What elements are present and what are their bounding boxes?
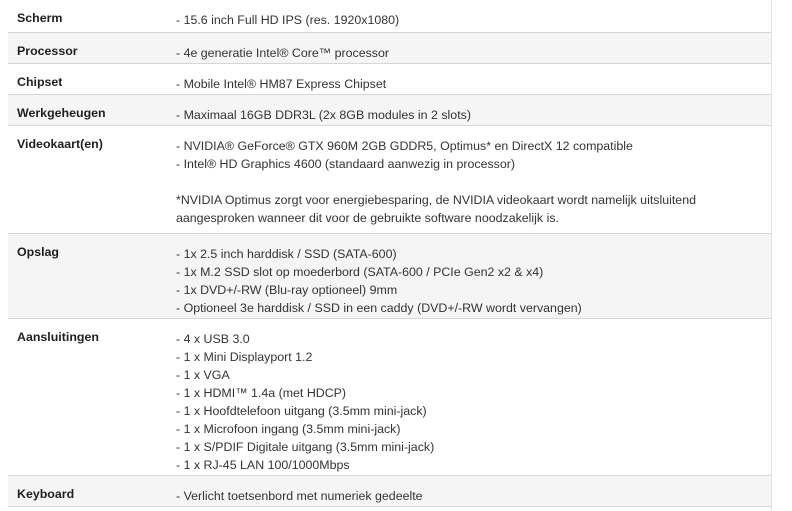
spec-line: - 15.6 inch Full HD IPS (res. 1920x1080) bbox=[176, 13, 400, 27]
spec-row-keyboard: Keyboard - Verlicht toetsenbord met nume… bbox=[8, 475, 771, 507]
spec-label: Videokaart(en) bbox=[8, 125, 166, 234]
spec-row-videokaart: Videokaart(en) - NVIDIA® GeForce® GTX 96… bbox=[8, 125, 771, 234]
spec-line: - 1 x Mini Displayport 1.2 bbox=[176, 349, 313, 364]
spec-row-chipset: Chipset - Mobile Intel® HM87 Express Chi… bbox=[8, 63, 771, 95]
spec-row-werkgeheugen: Werkgeheugen - Maximaal 16GB DDR3L (2x 8… bbox=[8, 94, 771, 126]
spec-row-opslag: Opslag - 1x 2.5 inch harddisk / SSD (SAT… bbox=[8, 233, 771, 319]
spec-label: Opslag bbox=[8, 233, 166, 319]
spec-value: - 4e generatie Intel® Core™ processor bbox=[166, 32, 771, 64]
spec-line: - 1 x S/PDIF Digitale uitgang (3.5mm min… bbox=[176, 439, 435, 454]
spec-line: - Mobile Intel® HM87 Express Chipset bbox=[176, 76, 387, 91]
spec-value: - Maximaal 16GB DDR3L (2x 8GB modules in… bbox=[166, 94, 771, 126]
spec-value: - 1x 2.5 inch harddisk / SSD (SATA-600) … bbox=[166, 233, 771, 319]
spec-line: - 1x M.2 SSD slot op moederbord (SATA-60… bbox=[176, 264, 544, 279]
spec-line: - 1 x Microfoon ingang (3.5mm mini-jack) bbox=[176, 421, 401, 436]
spec-label: Keyboard bbox=[8, 475, 166, 507]
spec-line: - 1 x Hoofdtelefoon uitgang (3.5mm mini-… bbox=[176, 403, 427, 418]
spec-line: - Optioneel 3e harddisk / SSD in een cad… bbox=[176, 300, 582, 315]
spec-line: - 1x 2.5 inch harddisk / SSD (SATA-600) bbox=[176, 246, 397, 261]
spec-line: - 1 x VGA bbox=[176, 367, 230, 382]
spec-line: - 4 x USB 3.0 bbox=[176, 331, 250, 346]
spec-label: Scherm bbox=[8, 0, 166, 33]
spec-value: - NVIDIA® GeForce® GTX 960M 2GB GDDR5, O… bbox=[166, 125, 771, 234]
spec-line: - 1x DVD+/-RW (Blu-ray optioneel) 9mm bbox=[176, 282, 398, 297]
spec-row-aansluitingen: Aansluitingen - 4 x USB 3.0 - 1 x Mini D… bbox=[8, 318, 771, 476]
spec-line: - 4e generatie Intel® Core™ processor bbox=[176, 45, 389, 60]
spec-line: - NVIDIA® GeForce® GTX 960M 2GB GDDR5, O… bbox=[176, 138, 633, 153]
spec-footnote: *NVIDIA Optimus zorgt voor energiebespar… bbox=[176, 192, 696, 225]
spec-table: Scherm - 15.6 inch Full HD IPS (res. 192… bbox=[8, 0, 771, 507]
spec-label: Aansluitingen bbox=[8, 318, 166, 476]
spec-label: Processor bbox=[8, 32, 166, 64]
spec-value: - 4 x USB 3.0 - 1 x Mini Displayport 1.2… bbox=[166, 318, 771, 476]
spec-value: - Verlicht toetsenbord met numeriek gede… bbox=[166, 475, 771, 507]
spec-line: - Intel® HD Graphics 4600 (standaard aan… bbox=[176, 156, 516, 171]
spec-value: - Mobile Intel® HM87 Express Chipset bbox=[166, 63, 771, 95]
spec-line: - Verlicht toetsenbord met numeriek gede… bbox=[176, 488, 423, 503]
spec-row-scherm: Scherm - 15.6 inch Full HD IPS (res. 192… bbox=[8, 0, 771, 33]
spec-label: Chipset bbox=[8, 63, 166, 95]
spec-value: - 15.6 inch Full HD IPS (res. 1920x1080) bbox=[166, 0, 771, 33]
spec-line: - Maximaal 16GB DDR3L (2x 8GB modules in… bbox=[176, 107, 471, 122]
spec-row-processor: Processor - 4e generatie Intel® Core™ pr… bbox=[8, 32, 771, 64]
page-edge-divider bbox=[771, 0, 772, 511]
spec-label: Werkgeheugen bbox=[8, 94, 166, 126]
spec-line: - 1 x HDMI™ 1.4a (met HDCP) bbox=[176, 385, 347, 400]
spec-line: - 1 x RJ-45 LAN 100/1000Mbps bbox=[176, 457, 350, 472]
